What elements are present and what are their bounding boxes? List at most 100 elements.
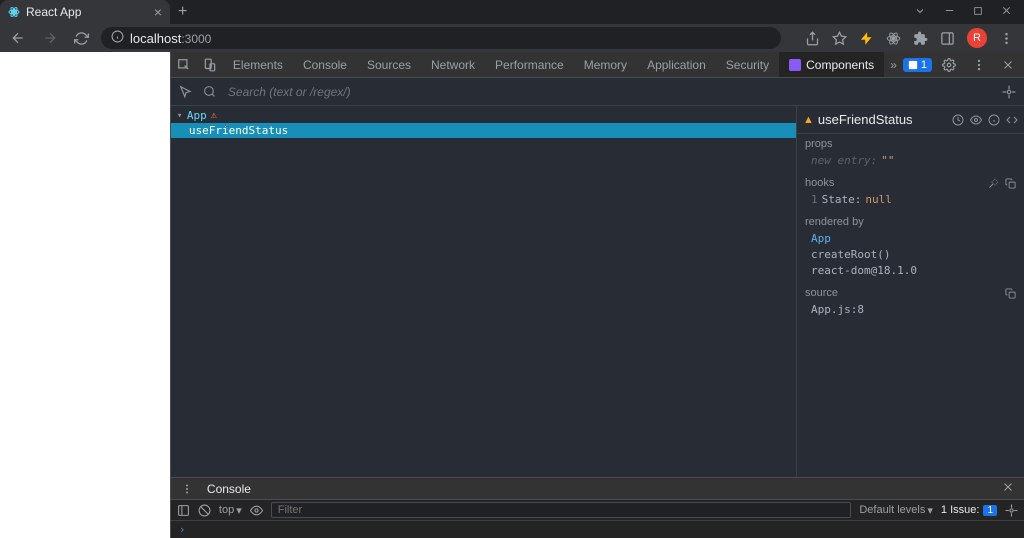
page-viewport[interactable] [0,52,170,538]
hook-state-row[interactable]: 1 State: null [805,192,1016,208]
devtools-right-controls: 1 [903,58,1024,72]
hook-key: State: [822,192,862,208]
section-label: hooks [805,177,834,189]
tab-components[interactable]: Components [779,52,884,77]
issue-count: 1 [987,505,993,516]
issue-badge: 1 [983,505,997,516]
search-icon [201,83,218,100]
close-devtools-icon[interactable] [996,59,1020,71]
log-levels-selector[interactable]: Default levels ▾ [859,504,933,517]
issues-link[interactable]: 1 Issue: 1 [941,504,997,516]
hook-index: 1 [811,192,818,208]
chevron-down-icon[interactable] [914,5,926,20]
close-tab-icon[interactable]: × [154,4,162,20]
more-tabs-icon[interactable]: » [884,58,903,72]
extensions-icon[interactable] [913,31,928,46]
prop-new-label: new entry: [811,153,877,169]
devtools-panel: Elements Console Sources Network Perform… [170,52,1024,538]
side-panel-icon[interactable] [940,31,955,46]
console-settings-icon[interactable] [1005,504,1018,517]
magic-wand-icon[interactable] [988,178,999,189]
devtools-menu-icon[interactable] [966,58,992,72]
components-settings-icon[interactable] [1000,83,1018,101]
console-drawer-tabs: Console [171,478,1024,500]
inspect-dom-icon[interactable] [970,114,982,126]
rendered-text: react-dom@18.1.0 [811,263,917,279]
bookmark-icon[interactable] [832,31,847,46]
errors-count: 1 [921,59,927,71]
minimize-icon[interactable] [944,5,955,20]
console-filter-input[interactable] [271,502,852,518]
inspect-element-icon[interactable] [171,58,197,72]
browser-tab[interactable]: React App × [0,0,170,24]
tab-title: React App [26,5,148,19]
rendered-app[interactable]: App [805,231,1016,247]
select-element-icon[interactable] [177,83,195,101]
warning-icon: ⚠ [211,110,217,121]
sidebar-toggle-icon[interactable] [177,504,190,517]
tab-components-label: Components [806,58,874,72]
profile-avatar[interactable]: R [967,28,987,48]
tree-row-usefriendstatus[interactable]: useFriendStatus [171,123,796,138]
main-area: Elements Console Sources Network Perform… [0,52,1024,538]
new-tab-button[interactable]: + [170,3,195,21]
copy-source-icon[interactable] [1005,288,1016,299]
tab-elements[interactable]: Elements [223,52,293,77]
address-bar: localhost:3000 R [0,24,1024,52]
menu-icon[interactable] [999,31,1014,46]
close-window-icon[interactable] [1001,5,1012,20]
section-header-hooks: hooks [805,177,1016,189]
props-section: props new entry: "" [797,134,1024,173]
live-expression-icon[interactable] [250,504,263,517]
tab-security[interactable]: Security [716,52,779,77]
url-input[interactable]: localhost:3000 [101,27,781,49]
suspend-icon[interactable] [952,114,964,126]
rendered-reactdom[interactable]: react-dom@18.1.0 [805,263,1016,279]
issue-label: 1 Issue: [941,504,980,516]
tab-network[interactable]: Network [421,52,485,77]
source-location[interactable]: App.js:8 [805,302,1016,318]
device-toolbar-icon[interactable] [197,58,223,72]
tabs-container: React App × + [0,0,195,24]
back-button[interactable] [6,30,30,46]
errors-badge[interactable]: 1 [903,58,932,72]
warning-triangle-icon[interactable]: ▲ [803,114,814,126]
settings-icon[interactable] [936,58,962,72]
url-host: localhost:3000 [130,31,211,46]
lighthouse-icon[interactable] [859,31,874,46]
tab-console[interactable]: Console [293,52,357,77]
close-drawer-icon[interactable] [996,481,1020,496]
copy-icon[interactable] [1005,178,1016,189]
tree-row-app[interactable]: ▾ App ⚠ [171,108,796,123]
tab-memory[interactable]: Memory [574,52,637,77]
details-header: ▲ useFriendStatus [797,106,1024,134]
site-info-icon[interactable] [111,30,124,46]
tab-performance[interactable]: Performance [485,52,574,77]
maximize-icon[interactable] [973,5,983,20]
view-source-icon[interactable] [1006,114,1018,126]
window-controls [902,5,1024,20]
levels-label: Default levels [859,504,925,516]
rendered-createroot[interactable]: createRoot() [805,247,1016,263]
section-label: source [805,287,838,299]
clear-console-icon[interactable] [198,504,211,517]
console-menu-icon[interactable] [175,483,199,495]
tab-application[interactable]: Application [637,52,716,77]
components-tree[interactable]: ▾ App ⚠ useFriendStatus [171,106,796,477]
log-icon[interactable] [988,114,1000,126]
context-selector[interactable]: top ▾ [219,504,242,517]
dropdown-arrow-icon: ▾ [927,504,933,517]
search-input[interactable] [224,81,994,103]
console-tab[interactable]: Console [199,478,259,499]
reload-button[interactable] [70,31,93,46]
section-header-source: source [805,287,1016,299]
tree-arrow-icon[interactable]: ▾ [177,111,187,121]
share-icon[interactable] [805,31,820,46]
tab-sources[interactable]: Sources [357,52,421,77]
console-drawer: Console top ▾ Default levels ▾ 1 Issue: … [171,477,1024,538]
console-input-area[interactable]: › [171,521,1024,538]
forward-button[interactable] [38,30,62,46]
react-tab-icon [789,59,801,71]
react-devtools-icon[interactable] [886,31,901,46]
prop-new-entry[interactable]: new entry: "" [805,153,1016,169]
